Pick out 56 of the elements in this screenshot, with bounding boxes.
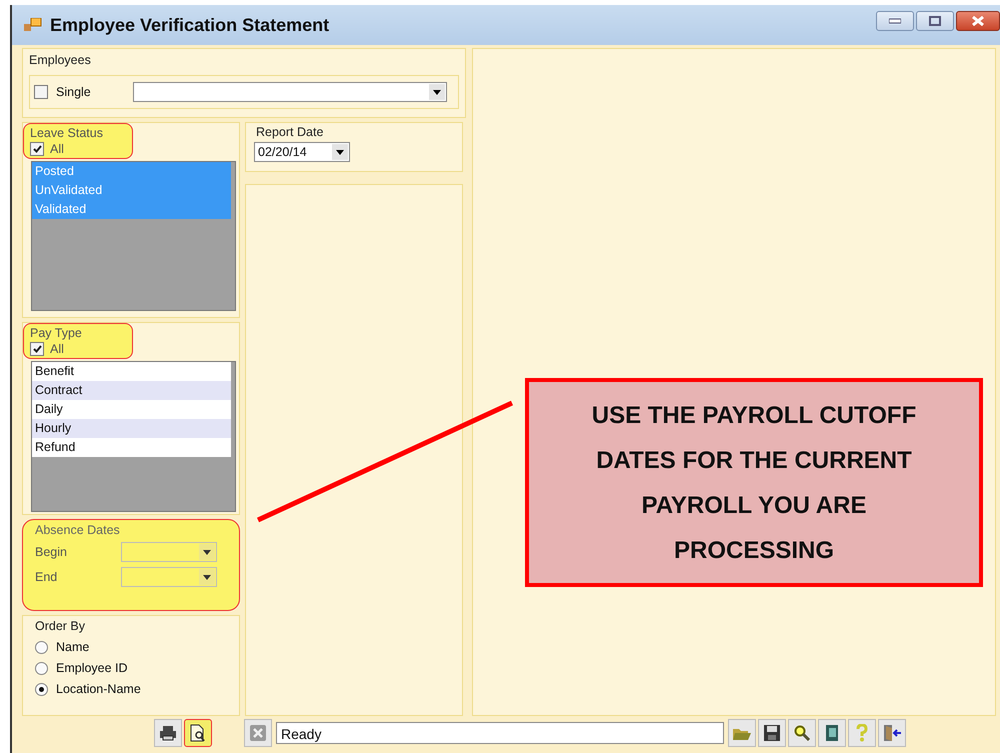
document-magnifier-icon bbox=[190, 724, 206, 742]
book-button[interactable] bbox=[818, 719, 846, 747]
maximize-button[interactable] bbox=[916, 11, 954, 31]
list-item[interactable]: Daily bbox=[32, 400, 231, 419]
list-item[interactable]: Benefit bbox=[32, 362, 231, 381]
group-label: Leave Status bbox=[30, 126, 103, 140]
checkbox[interactable] bbox=[30, 142, 44, 156]
checkbox-label: All bbox=[50, 342, 64, 356]
list-item[interactable]: Refund bbox=[32, 438, 231, 457]
radio-label: Name bbox=[56, 640, 90, 654]
caret-icon bbox=[432, 90, 441, 94]
checkbox[interactable] bbox=[34, 85, 48, 99]
checkmark-icon bbox=[32, 145, 42, 153]
group-label: Order By bbox=[35, 619, 86, 633]
close-button[interactable] bbox=[956, 11, 1000, 31]
minimize-button[interactable] bbox=[876, 11, 914, 31]
window-title: Employee Verification Statement bbox=[50, 14, 330, 36]
minimize-icon bbox=[889, 18, 901, 24]
status-field: Ready bbox=[276, 722, 724, 744]
caret-icon bbox=[203, 550, 211, 554]
exit-door-icon bbox=[882, 724, 902, 742]
book-icon bbox=[826, 725, 838, 741]
list-item[interactable]: Hourly bbox=[32, 419, 231, 438]
callout-note: USE THE PAYROLL CUTOFF DATES FOR THE CURRENT PAYROLL YOU ARE PROCESSING bbox=[525, 378, 983, 587]
report-date-dropdown[interactable]: 02/20/14 bbox=[254, 142, 350, 162]
radio-label: Employee ID bbox=[56, 661, 128, 675]
group-label: Absence Dates bbox=[35, 523, 120, 537]
caret-icon bbox=[336, 150, 344, 154]
radio-button[interactable] bbox=[35, 640, 48, 654]
caret-icon bbox=[203, 574, 211, 580]
group-label: Report Date bbox=[256, 125, 324, 139]
exit-button[interactable] bbox=[878, 719, 906, 747]
radio-label: Location-Name bbox=[56, 682, 141, 696]
app-icon bbox=[24, 18, 42, 32]
field-label: Begin bbox=[35, 545, 68, 559]
close-icon bbox=[972, 16, 984, 26]
help-icon bbox=[855, 724, 869, 742]
checkbox-label: All bbox=[50, 142, 64, 156]
search-button[interactable] bbox=[788, 719, 816, 747]
save-button[interactable] bbox=[758, 719, 786, 747]
radio-button[interactable] bbox=[35, 662, 48, 674]
list-item[interactable]: Contract bbox=[32, 381, 231, 400]
printer-icon bbox=[159, 725, 177, 741]
checkmark-icon bbox=[32, 345, 42, 353]
group-label: Pay Type bbox=[30, 326, 82, 340]
cancel-icon bbox=[250, 725, 266, 741]
checkbox[interactable] bbox=[30, 342, 44, 356]
employee-dropdown[interactable] bbox=[132, 82, 447, 102]
maximize-icon bbox=[929, 16, 941, 26]
checkbox-label: Single bbox=[56, 85, 91, 99]
radio-button[interactable] bbox=[35, 682, 48, 696]
search-icon bbox=[794, 725, 810, 741]
field-label: End bbox=[35, 570, 58, 584]
group-label: Employees bbox=[29, 53, 91, 67]
print-button[interactable] bbox=[154, 719, 182, 747]
preview-button[interactable] bbox=[184, 719, 212, 747]
